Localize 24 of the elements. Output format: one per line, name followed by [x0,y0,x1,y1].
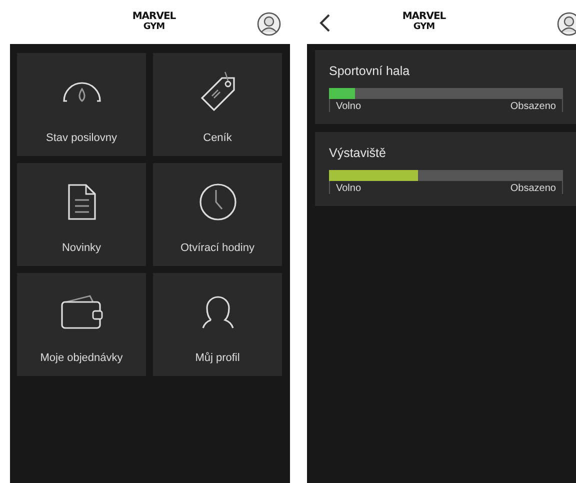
document-icon [66,182,98,222]
logo-text: GYM [143,23,165,32]
scale-label: Obsazeno [510,101,556,112]
wallet-icon [60,294,104,330]
scale-label: Obsazeno [510,183,556,194]
avatar-icon[interactable] [557,12,576,36]
menu-tile[interactable]: Otvírací hodiny [153,163,282,266]
gauge-icon [60,79,102,105]
logo-text: MARVEL [402,12,446,22]
avatar-icon[interactable] [257,12,281,36]
menu-tile[interactable]: Novinky [17,163,146,266]
back-icon[interactable] [319,13,331,33]
clock-icon [198,182,238,222]
menu-tile[interactable]: Můj profil [153,273,282,376]
venue-name: Výstaviště [329,146,387,160]
scale-label: Volno [336,101,362,112]
logo-text: GYM [413,23,435,32]
person-icon [200,294,234,330]
menu-tile[interactable]: Stav posilovny [17,53,146,156]
venue-name: Sportovní hala [329,64,411,78]
menu-tile[interactable]: Moje objednávky [17,273,146,376]
scale-label: Volno [336,183,362,194]
logo-text: MARVEL [132,12,176,22]
menu-tile[interactable]: Ceník [153,53,282,156]
